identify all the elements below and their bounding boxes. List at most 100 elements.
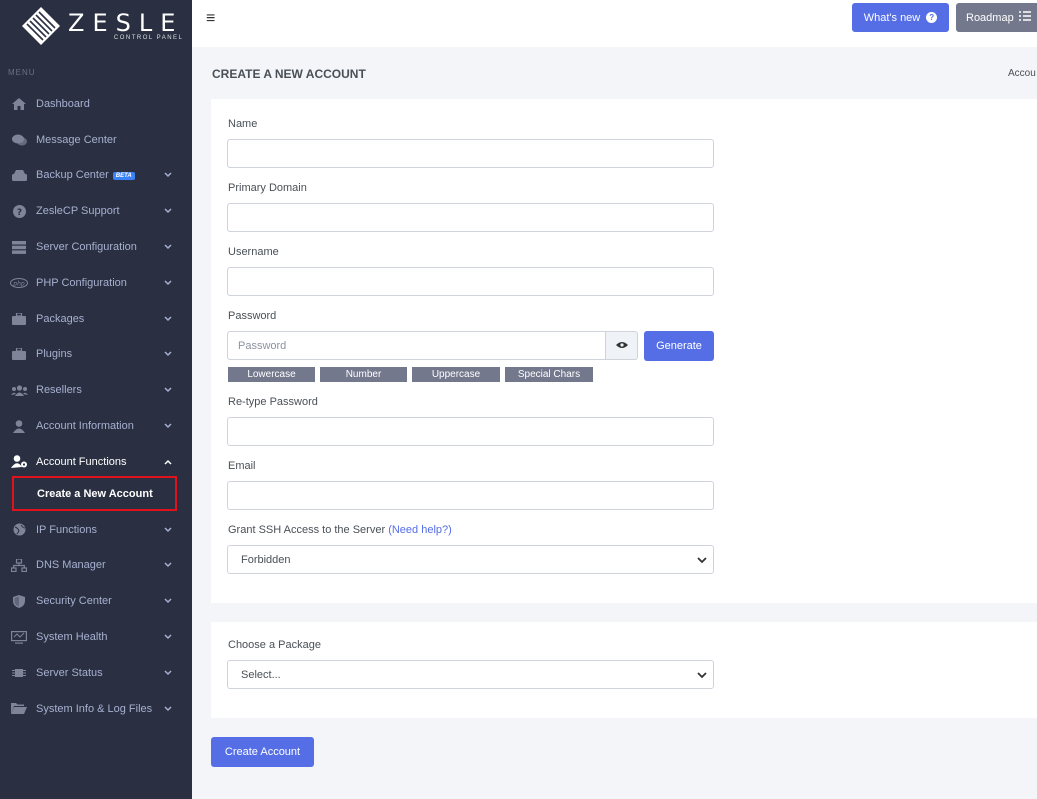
ssh-access-select[interactable]: Forbidden: [227, 545, 714, 574]
ssh-access-label: Grant SSH Access to the Server (Need hel…: [228, 524, 452, 536]
sidebar-item-plugins[interactable]: Plugins: [0, 337, 192, 373]
sidebar-item-backup-center[interactable]: Backup Center BETA: [0, 158, 192, 194]
sidebar-item-server-configuration[interactable]: Server Configuration: [0, 229, 192, 265]
chevron-down-icon: [164, 632, 172, 642]
sidebar-item-label: IP Functions: [36, 523, 97, 536]
logo-text: ZESLE CONTROL PANEL: [68, 11, 183, 41]
chevron-down-icon: [164, 242, 172, 252]
username-label: Username: [228, 246, 279, 258]
sidebar-item-label: Resellers: [36, 384, 82, 397]
breadcrumb[interactable]: Accou: [1008, 68, 1036, 79]
globe-icon: [10, 523, 28, 537]
primary-domain-input[interactable]: [227, 203, 714, 232]
svg-text:?: ?: [16, 208, 21, 218]
server-icon: [10, 240, 28, 254]
shield-icon: [10, 594, 28, 608]
whats-new-button[interactable]: What's new ?: [852, 3, 949, 32]
sidebar-item-zeslecp-support[interactable]: ? ZesleCP Support: [0, 193, 192, 229]
sidebar: ZESLE CONTROL PANEL MENU Dashboard Messag…: [0, 0, 192, 799]
password-input[interactable]: [227, 331, 606, 360]
topbar: ≡ What's new ? Roadmap: [192, 0, 1037, 47]
package-select[interactable]: Select...: [227, 660, 714, 689]
sidebar-item-message-center[interactable]: Message Center: [0, 122, 192, 158]
username-input[interactable]: [227, 267, 714, 296]
briefcase-icon: [10, 347, 28, 361]
sidebar-item-resellers[interactable]: Resellers: [0, 372, 192, 408]
chevron-up-icon: [164, 457, 172, 467]
logo-mark-icon: [20, 5, 62, 47]
svg-text:php: php: [12, 280, 25, 287]
sidebar-item-dashboard[interactable]: Dashboard: [0, 86, 192, 122]
retype-password-input[interactable]: [227, 417, 714, 446]
create-account-button[interactable]: Create Account: [211, 737, 314, 767]
chevron-down-icon: [164, 421, 172, 431]
sidebar-item-label: Packages: [36, 312, 85, 325]
chevron-down-icon: [164, 206, 172, 216]
whats-new-label: What's new: [863, 11, 921, 24]
sidebar-item-label: Server Status: [36, 666, 103, 679]
sidebar-item-account-functions[interactable]: Account Functions: [0, 444, 192, 480]
sidebar-item-server-status[interactable]: Server Status: [0, 655, 192, 691]
sidebar-item-label: Security Center: [36, 595, 112, 608]
chip-lowercase[interactable]: Lowercase: [228, 367, 315, 382]
chip-special-chars[interactable]: Special Chars: [505, 367, 593, 382]
hamburger-menu-icon[interactable]: ≡: [206, 10, 215, 28]
chevron-down-icon: [164, 314, 172, 324]
briefcase-icon: [10, 312, 28, 326]
sidebar-item-system-health[interactable]: System Health: [0, 619, 192, 655]
chip-uppercase[interactable]: Uppercase: [412, 367, 500, 382]
chevron-down-icon: [697, 555, 707, 568]
chevron-down-icon: [164, 278, 172, 288]
roadmap-label: Roadmap: [966, 11, 1014, 24]
brand-name: ZESLE: [68, 9, 184, 37]
brand-logo[interactable]: ZESLE CONTROL PANEL: [0, 0, 192, 52]
name-label: Name: [228, 118, 258, 130]
sidebar-item-system-info-log-files[interactable]: System Info & Log Files: [0, 691, 192, 727]
package-select-value: Select...: [241, 668, 281, 681]
chevron-down-icon: [164, 385, 172, 395]
nav-list: Dashboard Message Center Backup Center BETA…: [0, 86, 192, 727]
sidebar-subitem-create-account[interactable]: Create a New Account: [12, 476, 177, 511]
sidebar-item-label: Plugins: [36, 348, 73, 361]
chip-icon: [10, 666, 28, 680]
folder-open-icon: [10, 702, 28, 716]
question-circle-icon: ?: [926, 12, 938, 23]
sidebar-item-security-center[interactable]: Security Center: [0, 583, 192, 619]
sidebar-item-label: System Health: [36, 631, 108, 644]
show-password-button[interactable]: [605, 331, 638, 360]
sidebar-item-packages[interactable]: Packages: [0, 301, 192, 337]
sidebar-item-label: Server Configuration: [36, 241, 137, 254]
sidebar-item-label: Account Information: [36, 420, 134, 433]
roadmap-button[interactable]: Roadmap: [956, 3, 1037, 32]
sidebar-item-label: DNS Manager: [36, 559, 106, 572]
eye-icon: [615, 340, 628, 352]
sidebar-item-php-configuration[interactable]: php PHP Configuration: [0, 265, 192, 301]
name-input[interactable]: [227, 139, 714, 168]
sidebar-item-ip-functions[interactable]: IP Functions: [0, 512, 192, 548]
password-label: Password: [228, 310, 277, 322]
php-icon: php: [10, 276, 28, 290]
sidebar-item-account-information[interactable]: Account Information: [0, 408, 192, 444]
generate-password-button[interactable]: Generate: [644, 331, 714, 361]
sidebar-item-dns-manager[interactable]: DNS Manager: [0, 548, 192, 584]
sidebar-item-label: System Info & Log Files: [36, 702, 153, 715]
chevron-down-icon: [164, 560, 172, 570]
chip-number[interactable]: Number: [320, 367, 407, 382]
chevron-down-icon: [164, 170, 172, 180]
chevron-down-icon: [164, 349, 172, 359]
package-label: Choose a Package: [228, 639, 321, 651]
chevron-down-icon: [164, 525, 172, 535]
menu-title: MENU: [8, 68, 36, 77]
email-input[interactable]: [227, 481, 714, 510]
need-help-link[interactable]: (Need help?): [388, 524, 452, 536]
beta-badge: BETA: [112, 171, 135, 180]
chat-icon: [10, 133, 28, 147]
sidebar-item-label: Backup Center BETA: [36, 169, 164, 181]
sidebar-item-label: Message Center: [36, 133, 117, 146]
monitor-icon: [10, 630, 28, 644]
page-title: CREATE A NEW ACCOUNT: [212, 67, 366, 81]
hdd-icon: [10, 168, 28, 182]
chevron-down-icon: [164, 596, 172, 606]
users-icon: [10, 383, 28, 397]
ssh-select-value: Forbidden: [241, 553, 291, 566]
